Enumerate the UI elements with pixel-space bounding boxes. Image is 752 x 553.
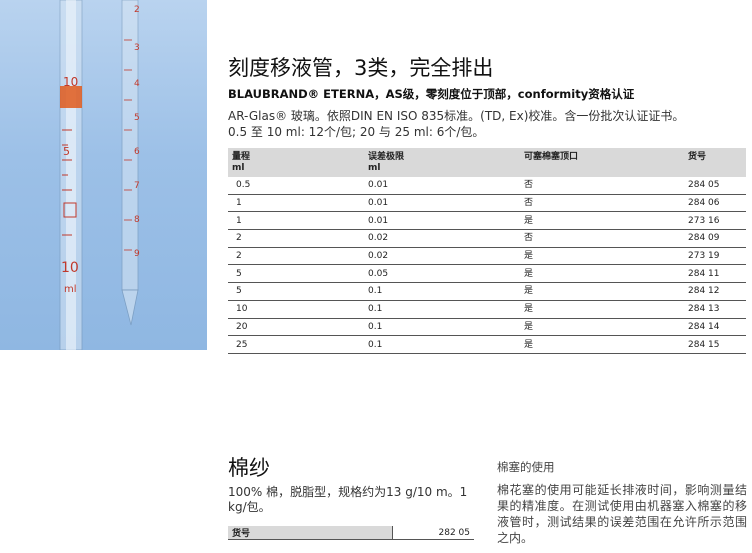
cell-capacity: 20 [228, 318, 364, 337]
pipette-mark: 10 [63, 75, 78, 89]
table-row: 1 0.01 是 273 16 [228, 211, 746, 231]
cell-tolerance: 0.1 [364, 282, 520, 301]
pipette-mark: ml [64, 284, 77, 295]
pipette-mark: 7 [134, 181, 140, 191]
color-band [60, 86, 82, 108]
header-tolerance: 误差极限 ml [364, 148, 520, 177]
pipette-mark: 2 [134, 5, 140, 15]
table-row: 2 0.02 是 273 19 [228, 247, 746, 266]
cell-cat-no: 284 05 [684, 177, 746, 195]
cell-cat-no: 284 11 [684, 264, 746, 284]
cell-capacity: 5 [228, 264, 364, 284]
cotton-title: 棉纱 [228, 456, 270, 480]
cotton-cat-label: 货号 [228, 526, 393, 540]
cell-plug-top: 是 [520, 300, 684, 319]
cell-tolerance: 0.1 [364, 335, 520, 354]
header-text: 可塞棉塞顶口 [524, 152, 579, 162]
cell-tolerance: 0.1 [364, 318, 520, 337]
description-line: 0.5 至 10 ml: 12个/包; 20 与 25 ml: 6个/包。 [228, 125, 485, 139]
cotton-table: 货号 282 05 [228, 526, 474, 540]
cell-capacity: 1 [228, 194, 364, 213]
table-row: 货号 282 05 [228, 526, 474, 540]
cell-tolerance: 0.01 [364, 177, 520, 195]
cell-tolerance: 0.05 [364, 264, 520, 284]
table-row: 0.5 0.01 否 284 05 [228, 177, 746, 195]
cell-tolerance: 0.01 [364, 211, 520, 231]
header-cat-no: 货号 [684, 148, 746, 177]
pipette-mark: 10 [61, 260, 79, 276]
cell-capacity: 2 [228, 247, 364, 266]
cell-cat-no: 273 19 [684, 247, 746, 266]
cell-plug-top: 是 [520, 211, 684, 231]
cell-plug-top: 是 [520, 318, 684, 337]
product-photo: 10 5 10 ml 2 3 4 5 6 7 8 9 [0, 0, 207, 350]
cotton-cat-no: 282 05 [392, 526, 474, 540]
section-description: AR-Glas® 玻璃。依照DIN EN ISO 835标准。(TD, Ex)校… [228, 108, 748, 140]
table-row: 5 0.1 是 284 12 [228, 282, 746, 301]
cell-capacity: 25 [228, 335, 364, 354]
cell-tolerance: 0.1 [364, 300, 520, 319]
pipette-mark: 5 [63, 145, 70, 158]
cotton-description: 100% 棉，脱脂型，规格约为13 g/10 m。1 kg/包。 [228, 485, 468, 514]
cell-plug-top: 是 [520, 264, 684, 284]
table-row: 5 0.05 是 284 11 [228, 264, 746, 284]
pipette-illustration: 10 5 10 ml 2 3 4 5 6 7 8 9 [59, 0, 140, 350]
section-subtitle: BLAUBRAND® ETERNA，AS级，零刻度位于顶部，conformity… [228, 87, 635, 101]
header-text: 误差极限 ml [368, 152, 405, 173]
cell-plug-top: 是 [520, 247, 684, 266]
cell-capacity: 0.5 [228, 177, 364, 195]
pipette-mark: 3 [134, 43, 140, 53]
cell-plug-top: 是 [520, 282, 684, 301]
table-row: 20 0.1 是 284 14 [228, 318, 746, 337]
cell-capacity: 2 [228, 229, 364, 248]
cell-cat-no: 284 13 [684, 300, 746, 319]
cell-cat-no: 273 16 [684, 211, 746, 231]
cell-cat-no: 284 09 [684, 229, 746, 248]
pipette-mark: 6 [134, 147, 140, 157]
cell-plug-top: 否 [520, 194, 684, 213]
description-line: AR-Glas® 玻璃。依照DIN EN ISO 835标准。(TD, Ex)校… [228, 109, 685, 123]
note-title: 棉塞的使用 [497, 460, 555, 474]
header-text: 货号 [688, 152, 707, 162]
cell-cat-no: 284 14 [684, 318, 746, 337]
cell-capacity: 10 [228, 300, 364, 319]
cell-plug-top: 否 [520, 229, 684, 248]
cell-tolerance: 0.02 [364, 229, 520, 248]
table-header-row: 量程 ml 误差极限 ml 可塞棉塞顶口 货号 [228, 148, 746, 177]
table-row: 10 0.1 是 284 13 [228, 300, 746, 319]
header-capacity: 量程 ml [228, 148, 364, 177]
pipette-mark: 9 [134, 249, 140, 259]
note-body: 棉花塞的使用可能延长排液时间，影响测量结果的精准度。在测试使用由机器塞入棉塞的移… [497, 483, 747, 545]
spec-table: 量程 ml 误差极限 ml 可塞棉塞顶口 货号 0.5 0.01 否 284 05 1… [228, 148, 746, 354]
pipette-mark: 8 [134, 215, 140, 225]
header-text: 量程 ml [232, 152, 251, 173]
table-row: 2 0.02 否 284 09 [228, 229, 746, 248]
cell-cat-no: 284 12 [684, 282, 746, 301]
pipette-mark: 5 [134, 113, 140, 123]
table-row: 1 0.01 否 284 06 [228, 194, 746, 213]
section-title: 刻度移液管，3类，完全排出 [228, 56, 494, 80]
cell-tolerance: 0.01 [364, 194, 520, 213]
table-row: 25 0.1 是 284 15 [228, 335, 746, 354]
cell-capacity: 1 [228, 211, 364, 231]
pipette-mark: 4 [134, 79, 140, 89]
cell-capacity: 5 [228, 282, 364, 301]
cell-cat-no: 284 06 [684, 194, 746, 213]
cell-cat-no: 284 15 [684, 335, 746, 354]
cell-tolerance: 0.02 [364, 247, 520, 266]
cell-plug-top: 否 [520, 177, 684, 195]
cell-plug-top: 是 [520, 335, 684, 354]
header-plug-top: 可塞棉塞顶口 [520, 148, 684, 177]
